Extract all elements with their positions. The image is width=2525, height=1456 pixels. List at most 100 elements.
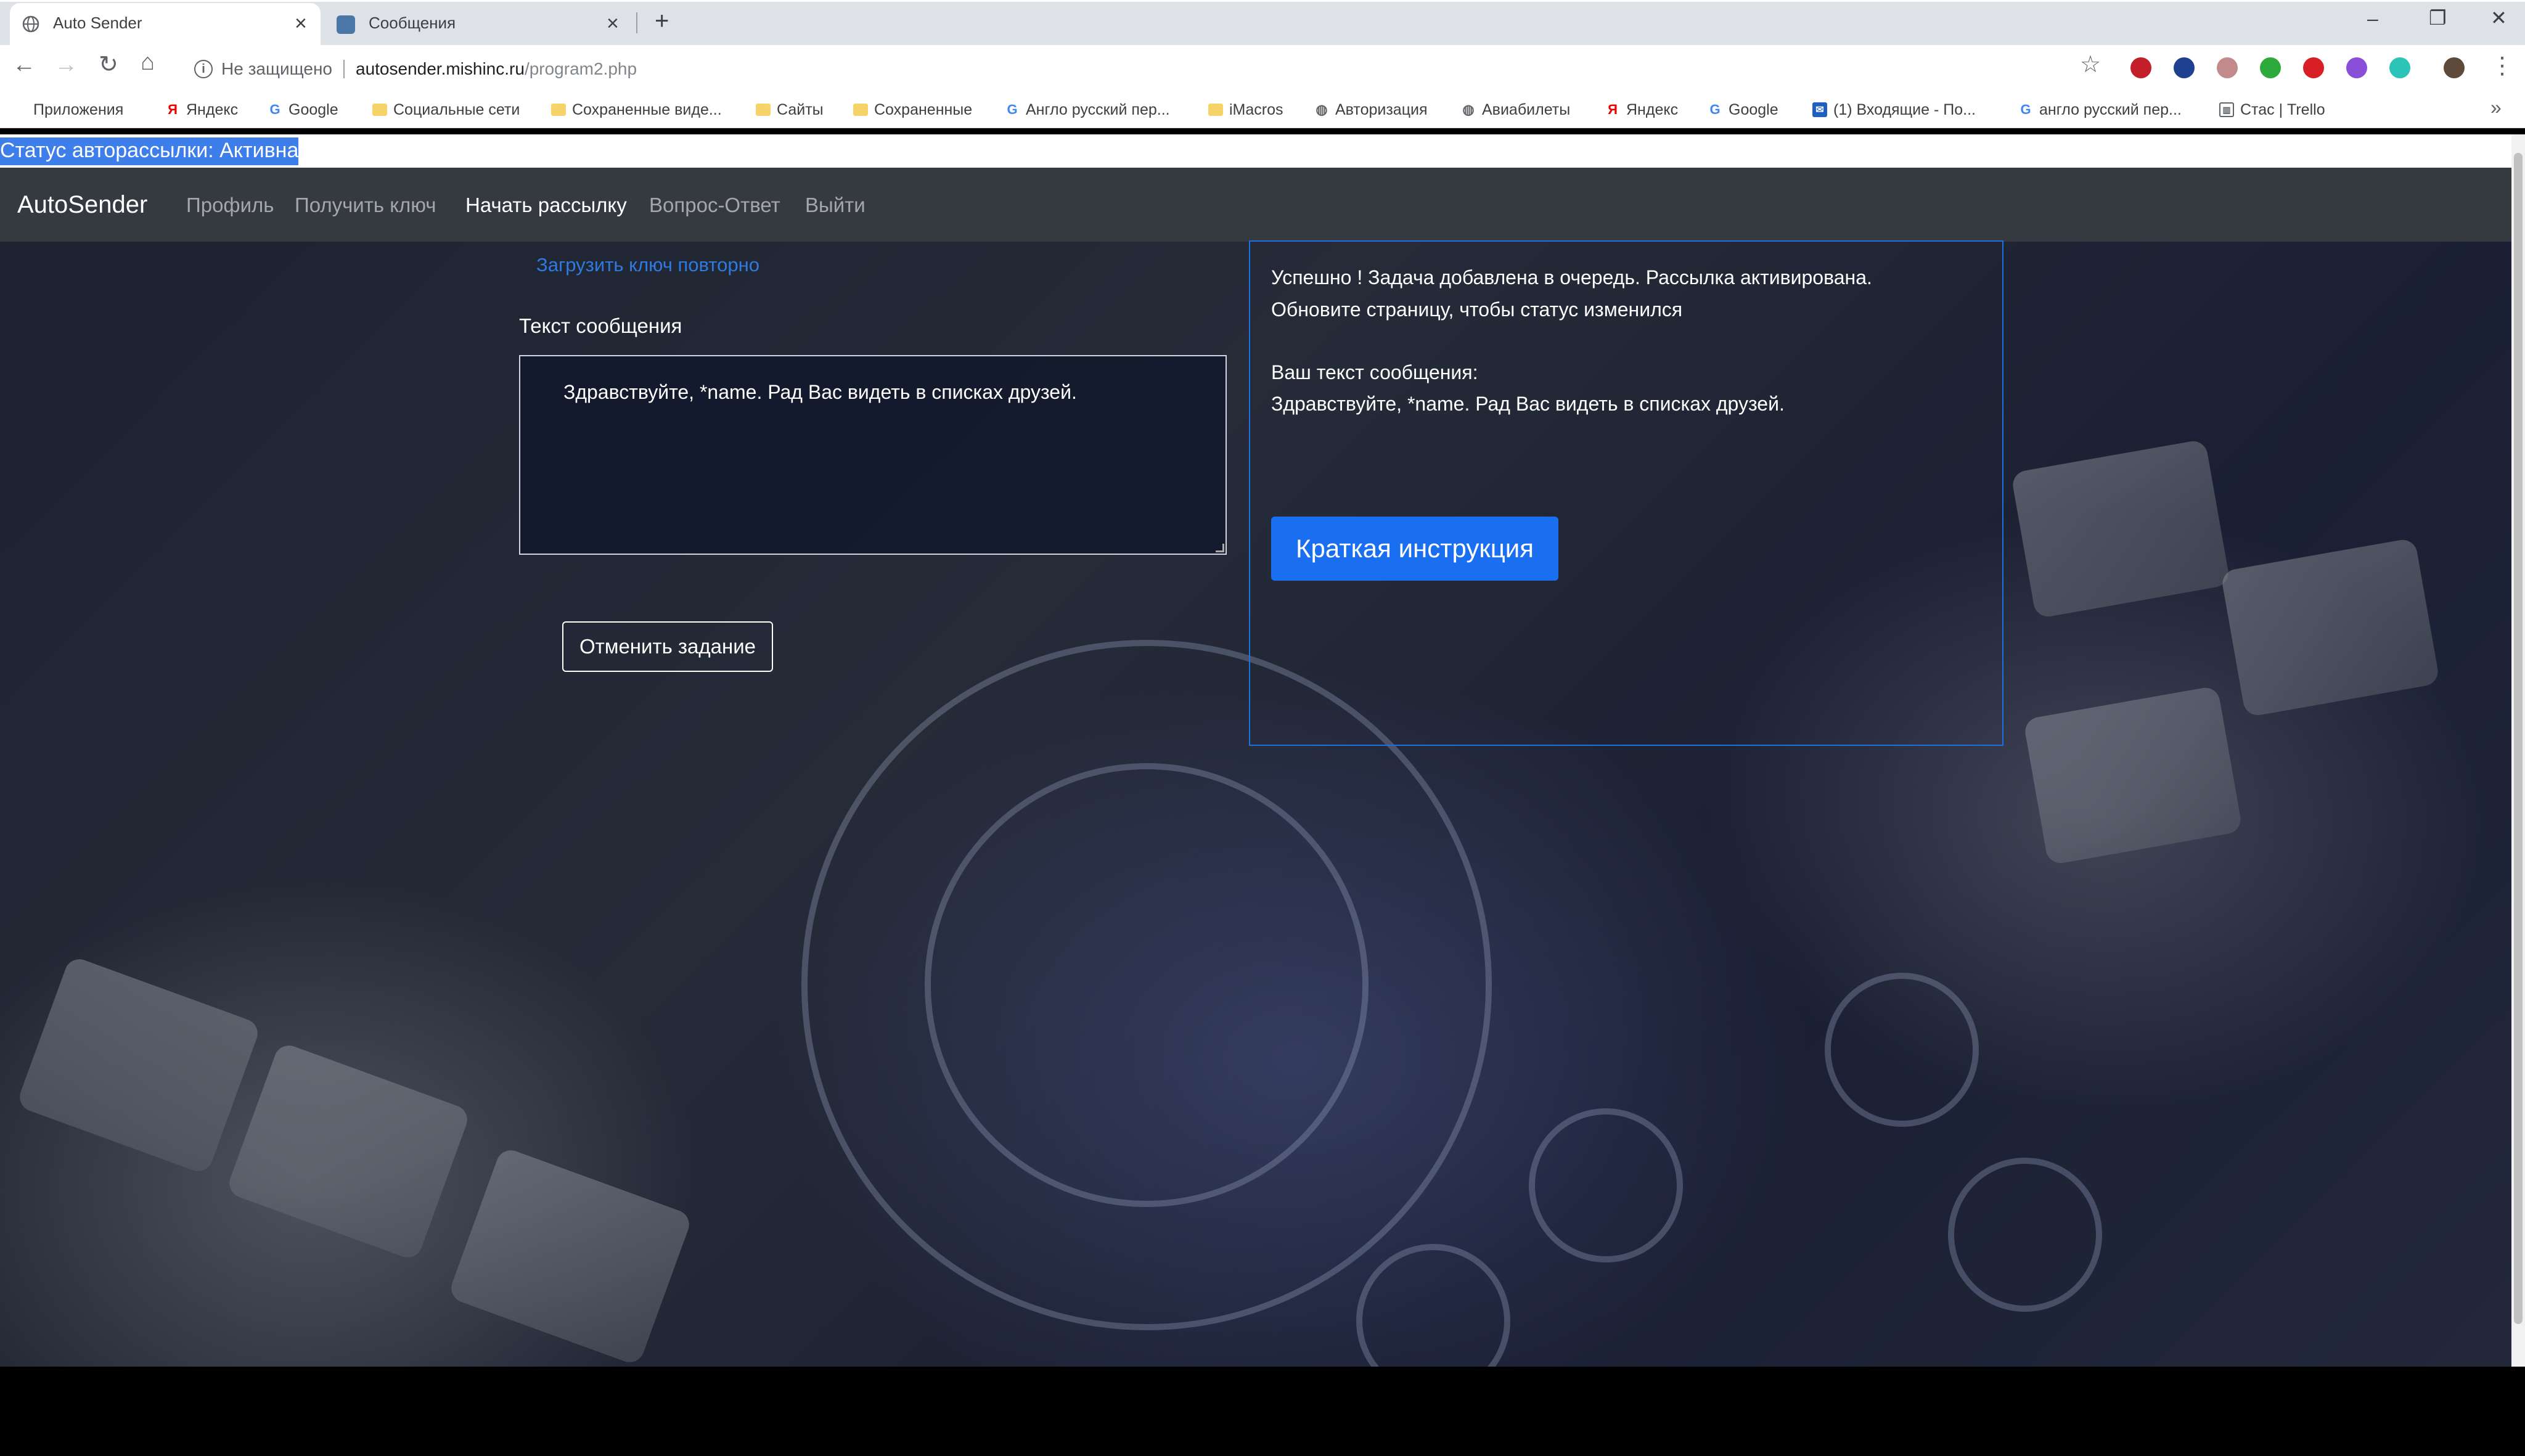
scrollbar-thumb[interactable] <box>2514 153 2523 1324</box>
bookmark-label: iMacros <box>1229 100 1283 118</box>
bookmark-inbox[interactable]: ✉ (1) Входящие - По... <box>1812 92 1976 128</box>
folder-icon <box>372 104 387 116</box>
apps-grid-icon <box>14 103 27 117</box>
bookmark-sites-folder[interactable]: Сайты <box>756 92 824 128</box>
reload-icon[interactable]: ↻ <box>99 51 118 78</box>
folder-icon <box>551 104 566 116</box>
url-path: /program2.php <box>524 59 637 78</box>
message-textarea[interactable]: Здравствуйте, *name. Рад Вас видеть в сп… <box>519 355 1227 555</box>
background-key <box>2220 538 2441 718</box>
bottom-black-bar <box>0 1367 2525 1456</box>
bookmark-translator[interactable]: G Англо русский пер... <box>1005 92 1170 128</box>
browser-menu-icon[interactable]: ⋮ <box>2490 52 2514 80</box>
bookmark-label: Стас | Trello <box>2240 100 2325 118</box>
bookmark-saved-folder[interactable]: Сохраненные <box>853 92 972 128</box>
brand-logo[interactable]: AutoSender <box>17 191 147 219</box>
folder-icon <box>1208 104 1223 116</box>
tab-auto-sender[interactable]: Auto Sender × <box>10 3 321 45</box>
bookmark-yandex-2[interactable]: Я Яндекс <box>1605 92 1678 128</box>
evernote-extension-icon[interactable] <box>2260 57 2281 78</box>
bookmark-label: Сохраненные виде... <box>572 100 722 118</box>
close-tab-icon[interactable]: × <box>295 12 307 36</box>
background-circle <box>1825 973 1979 1127</box>
globe-icon: ◍ <box>1316 102 1328 117</box>
background-circle <box>1529 1108 1683 1262</box>
address-bar[interactable]: i Не защищено autosender.mishinc.ru /pro… <box>188 52 2161 86</box>
nav-profile[interactable]: Профиль <box>186 194 274 217</box>
google-icon: G <box>1007 102 1018 117</box>
window-close-icon[interactable]: ✕ <box>2490 6 2507 30</box>
url-host: autosender.mishinc.ru <box>356 59 525 78</box>
success-message: Успешно ! Задача добавлена в очередь. Ра… <box>1271 266 1872 288</box>
message-label: Текст сообщения <box>519 314 682 337</box>
globe-icon <box>22 15 39 33</box>
tab-divider <box>636 12 637 33</box>
tab-title: Auto Sender <box>53 14 142 32</box>
resize-handle-icon[interactable] <box>1216 544 1224 552</box>
extensions <box>2130 57 2476 80</box>
nav-faq[interactable]: Вопрос-Ответ <box>649 194 780 217</box>
nav-logout[interactable]: Выйти <box>805 194 866 217</box>
bookmark-trello[interactable]: ▥ Стас | Trello <box>2219 92 2325 128</box>
bookmark-label: Сайты <box>777 100 824 118</box>
minimize-icon[interactable]: – <box>2367 7 2378 30</box>
bookmark-label: Яндекс <box>186 100 239 118</box>
nav-get-key[interactable]: Получить ключ <box>295 194 436 217</box>
snowflake-extension-icon[interactable] <box>2389 57 2410 78</box>
grid-extension-icon[interactable] <box>2217 57 2238 78</box>
info-icon[interactable]: i <box>194 60 213 78</box>
back-icon[interactable]: ← <box>12 52 36 78</box>
bookmark-label: Яндекс <box>1626 100 1679 118</box>
quick-guide-button[interactable]: Краткая инструкция <box>1271 517 1558 581</box>
bookmark-label: (1) Входящие - По... <box>1833 100 1976 118</box>
v-extension-icon[interactable] <box>2174 57 2195 78</box>
status-bar: Статус авторассылки: Активна <box>0 134 2511 168</box>
message-text: Здравствуйте, *name. Рад Вас видеть в сп… <box>563 381 1077 403</box>
youtube-extension-icon[interactable] <box>2303 57 2324 78</box>
google-icon: G <box>1709 102 1721 117</box>
globe-icon: ◍ <box>1462 102 1475 117</box>
profile-avatar-icon[interactable] <box>2444 57 2465 78</box>
tab-messages[interactable]: Сообщения × <box>325 3 634 45</box>
bookmark-avia[interactable]: ◍ Авиабилеты <box>1461 92 1570 128</box>
bookmark-star-icon[interactable]: ☆ <box>2080 51 2101 78</box>
bookmark-label: Приложения <box>33 100 124 118</box>
restore-icon[interactable]: ❐ <box>2429 6 2447 30</box>
bookmark-yandex[interactable]: Я Яндекс <box>165 92 238 128</box>
adblock-extension-icon[interactable] <box>2130 57 2151 78</box>
close-tab-icon[interactable]: × <box>607 12 619 36</box>
bookmark-label: Google <box>289 100 338 118</box>
bookmark-label: Англо русский пер... <box>1026 100 1170 118</box>
cancel-task-button[interactable]: Отменить задание <box>562 621 773 672</box>
bookmark-apps[interactable]: Приложения <box>14 92 123 128</box>
bookmark-social-folder[interactable]: Социальные сети <box>372 92 520 128</box>
bookmark-imacros-folder[interactable]: iMacros <box>1208 92 1283 128</box>
bookmark-saved-videos-folder[interactable]: Сохраненные виде... <box>551 92 722 128</box>
web-page: Статус авторассылки: Активна AutoSender … <box>0 134 2511 1367</box>
nav-start-mailing[interactable]: Начать рассылку <box>465 194 627 217</box>
background-key <box>15 955 262 1176</box>
home-icon[interactable]: ⌂ <box>141 49 155 76</box>
bookmark-label: Сохраненные <box>874 100 973 118</box>
bookmark-translator-2[interactable]: Gангло русский пер... <box>2018 92 2181 128</box>
page-scrollbar[interactable] <box>2511 134 2525 1367</box>
background-circle <box>1356 1244 1510 1367</box>
background-key <box>447 1146 694 1367</box>
yandex-icon: Я <box>1608 102 1618 117</box>
address-separator <box>343 60 345 78</box>
bookmark-label: Социальные сети <box>393 100 520 118</box>
bookmark-google-2[interactable]: G Google <box>1708 92 1778 128</box>
folder-icon <box>853 104 868 116</box>
new-tab-button[interactable]: + <box>655 7 669 35</box>
tab-title: Сообщения <box>369 14 456 32</box>
mail-icon: ✉ <box>1812 102 1827 117</box>
reload-key-link[interactable]: Загрузить ключ повторно <box>536 254 759 276</box>
pen-extension-icon[interactable] <box>2346 57 2367 78</box>
bookmarks-overflow-icon[interactable]: » <box>2490 96 2502 119</box>
bookmark-google[interactable]: G Google <box>268 92 338 128</box>
vk-icon <box>337 15 355 34</box>
forward-icon[interactable]: → <box>54 52 78 78</box>
bookmark-label: Авиабилеты <box>1482 100 1571 118</box>
background-key <box>2010 439 2231 619</box>
bookmark-authorization[interactable]: ◍ Авторизация <box>1314 92 1427 128</box>
